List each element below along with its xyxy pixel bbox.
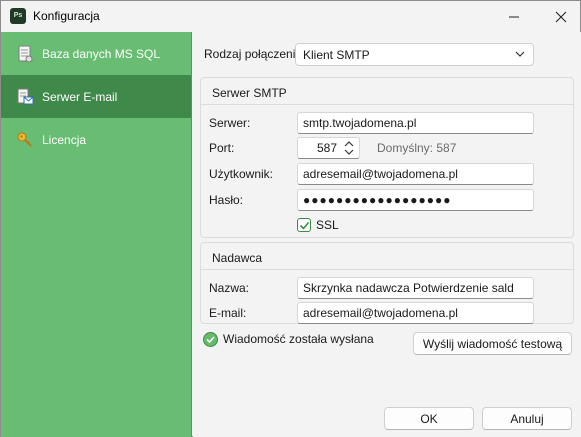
close-icon	[555, 11, 567, 22]
sidebar-item-label: Serwer E-mail	[42, 89, 118, 104]
main-panel: Rodzaj połączenia Klient SMTP Serwer SMT…	[193, 32, 581, 437]
sidebar-item-license[interactable]: Licencja	[1, 118, 191, 161]
sidebar-item-email-server[interactable]: Serwer E-mail	[1, 75, 191, 118]
sidebar-item-database[interactable]: Baza danych MS SQL	[1, 32, 191, 75]
smtp-group-title: Serwer SMTP	[212, 86, 287, 100]
ssl-label: SSL	[316, 218, 339, 232]
sidebar-item-label: Licencja	[42, 132, 87, 147]
minimize-button[interactable]	[491, 1, 537, 32]
ssl-checkbox[interactable]	[297, 218, 311, 232]
port-value: 587	[316, 141, 337, 155]
user-field[interactable]: adresemail@twojadomena.pl	[297, 163, 534, 185]
window-title: Konfiguracja	[33, 9, 100, 23]
chevron-down-icon	[514, 48, 526, 63]
cancel-button[interactable]: Anuluj	[482, 407, 572, 430]
server-field[interactable]: smtp.twojadomena.pl	[297, 112, 534, 134]
password-label: Hasło:	[209, 193, 244, 207]
sender-email-field[interactable]: adresemail@twojadomena.pl	[297, 302, 534, 324]
app-icon: Ps	[10, 8, 26, 24]
sender-name-label: Nazwa:	[209, 281, 250, 295]
sender-name-field[interactable]: Skrzynka nadawcza Potwierdzenie sald	[297, 277, 534, 299]
sidebar: Baza danych MS SQL Serwer E-mail Licencj…	[1, 32, 192, 437]
status-message: Wiadomość została wysłana	[223, 332, 374, 346]
config-window: Ps Konfiguracja Baza danych MS SQL Serwe…	[0, 0, 581, 437]
user-label: Użytkownik:	[209, 167, 274, 181]
port-stepper[interactable]: 587	[297, 137, 360, 159]
group-divider	[201, 269, 573, 270]
database-icon	[16, 45, 34, 63]
port-default-hint: Domyślny: 587	[377, 141, 457, 155]
connection-type-value: Klient SMTP	[303, 48, 370, 62]
connection-type-label: Rodzaj połączenia	[204, 47, 303, 61]
stepper-arrows-icon[interactable]	[343, 140, 355, 159]
password-field[interactable]: ●●●●●●●●●●●●●●●●●●	[297, 189, 534, 211]
server-label: Serwer:	[209, 116, 251, 130]
checkmark-icon	[299, 221, 309, 230]
sender-email-label: E-mail:	[209, 306, 247, 320]
group-divider	[201, 104, 573, 105]
port-label: Port:	[209, 141, 235, 155]
key-icon	[16, 131, 34, 149]
smtp-group: Serwer SMTP Serwer: smtp.twojadomena.pl …	[200, 77, 574, 238]
sidebar-item-label: Baza danych MS SQL	[42, 46, 161, 61]
mail-server-icon	[16, 88, 34, 106]
title-bar: Ps Konfiguracja	[1, 1, 580, 32]
ok-button[interactable]: OK	[384, 407, 474, 430]
sender-group: Nadawca Nazwa: Skrzynka nadawcza Potwier…	[200, 242, 574, 324]
send-test-button[interactable]: Wyślij wiadomość testową	[413, 332, 572, 355]
minimize-icon	[509, 16, 519, 17]
connection-type-select[interactable]: Klient SMTP	[295, 43, 534, 66]
sender-group-title: Nadawca	[212, 251, 263, 265]
success-check-icon	[203, 332, 218, 350]
close-button[interactable]	[538, 1, 581, 32]
